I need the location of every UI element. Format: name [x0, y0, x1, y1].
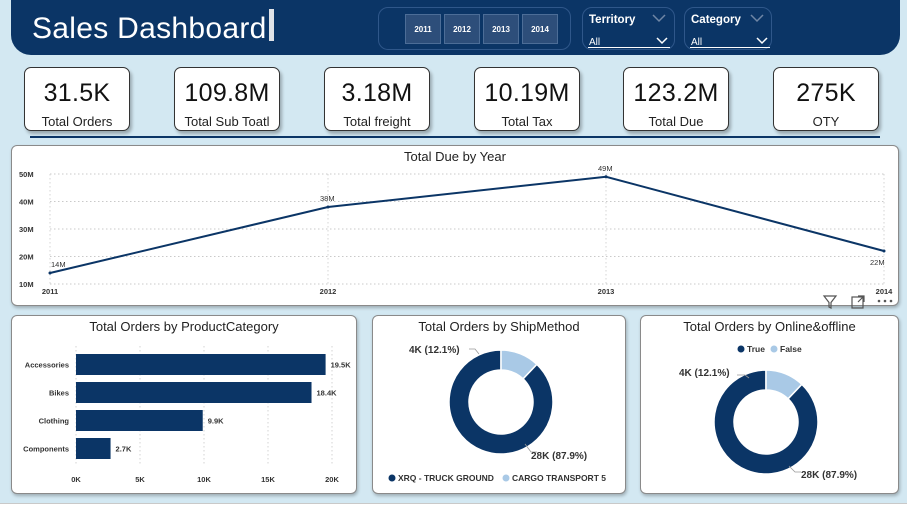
- bar-clothing: [76, 410, 203, 431]
- x-tick-label: 2011: [42, 287, 58, 296]
- category-label: Accessories: [25, 361, 69, 370]
- y-tick-label: 40M: [19, 198, 34, 207]
- chevron-down-icon[interactable]: [649, 11, 669, 25]
- kpi-value: 275K: [796, 79, 856, 107]
- data-label: 22M: [870, 258, 885, 267]
- kpi-label: OTY: [812, 114, 840, 129]
- kpi-value: 3.18M: [341, 79, 413, 107]
- x-tick-label: 5K: [135, 475, 145, 484]
- y-tick-label: 10M: [19, 280, 34, 289]
- leader-line: [469, 348, 480, 355]
- orders-by-online-offline-card[interactable]: Total Orders by Online&offline True False…: [640, 315, 899, 494]
- donut-chart: True False 4K (12.1%) 28K (87.9%): [679, 344, 857, 481]
- kpi-value: 123.2M: [633, 79, 719, 107]
- data-label: 38M: [320, 194, 335, 203]
- legend-label: False: [780, 344, 802, 354]
- x-tick-label: 2014: [876, 287, 894, 296]
- kpi-value: 31.5K: [43, 79, 111, 107]
- data-point: [48, 271, 52, 275]
- data-label: 49M: [598, 164, 613, 173]
- year-button-2013[interactable]: 2013: [483, 14, 519, 44]
- year-button-2014[interactable]: 2014: [522, 14, 558, 44]
- data-label: 14M: [51, 260, 66, 269]
- legend-label: True: [747, 344, 765, 354]
- category-dropdown[interactable]: All: [690, 34, 770, 48]
- legend-marker: [502, 474, 510, 482]
- category-slicer: Category All: [684, 7, 772, 50]
- year-button-2012[interactable]: 2012: [444, 14, 480, 44]
- orders-by-shipmethod-card[interactable]: Total Orders by ShipMethod 4K (12.1%) 28K…: [372, 315, 626, 494]
- kpi-card-total-tax[interactable]: 10.19M Total Tax: [474, 67, 580, 131]
- chevron-down-icon[interactable]: [747, 11, 767, 25]
- kpi-card-total-sub-total[interactable]: 109.8M Total Sub Toatl: [174, 67, 280, 131]
- category-label: Bikes: [49, 389, 69, 398]
- filter-icon[interactable]: [822, 294, 838, 310]
- data-label: 18.4K: [317, 389, 338, 398]
- kpi-label: Total Tax: [501, 114, 553, 129]
- legend-marker: [770, 345, 778, 353]
- data-label: 9.9K: [208, 417, 224, 426]
- chevron-down-icon: [656, 37, 668, 45]
- kpi-label: Total Sub Toatl: [184, 114, 270, 129]
- x-tick-label: 2012: [320, 287, 337, 296]
- slice-label: 4K (12.1%): [409, 345, 460, 356]
- legend-label: XRQ - TRUCK GROUND: [398, 473, 494, 483]
- total-due-by-year-card[interactable]: Total Due by Year 10M 20M 30M 40M 50M 2011 201…: [11, 145, 899, 306]
- kpi-value: 109.8M: [184, 79, 270, 107]
- focus-mode-icon[interactable]: [850, 294, 866, 310]
- data-point: [604, 175, 608, 179]
- page-title: Sales Dashboard: [32, 12, 267, 45]
- kpi-card-total-due[interactable]: 123.2M Total Due: [623, 67, 729, 131]
- kpi-value: 10.19M: [484, 79, 570, 107]
- more-options-icon[interactable]: [876, 296, 894, 306]
- page-tabs-strip: [0, 503, 907, 511]
- year-slicer: 2011 2012 2013 2014: [378, 7, 571, 50]
- kpi-card-total-orders[interactable]: 31.5K Total Orders: [24, 67, 130, 131]
- x-tick-label: 15K: [261, 475, 275, 484]
- category-label: Components: [23, 445, 69, 454]
- slice-label: 28K (87.9%): [801, 470, 857, 481]
- kpi-label: Total Orders: [41, 114, 113, 129]
- x-tick-label: 2013: [598, 287, 615, 296]
- territory-value: All: [589, 37, 601, 48]
- y-tick-label: 30M: [19, 225, 34, 234]
- bar-chart: 0K 5K 10K 15K 20K Accessories 19.5K Bikes 18.4K C…: [23, 346, 352, 484]
- data-point: [882, 249, 886, 253]
- donut-chart: 4K (12.1%) 28K (87.9%) XRQ - TRUCK GROUND C…: [388, 345, 606, 483]
- bar-accessories: [76, 354, 326, 375]
- data-label: 19.5K: [331, 361, 352, 370]
- orders-by-category-card[interactable]: Total Orders by ProductCategory 0K 5K 10K 1…: [11, 315, 357, 494]
- territory-slicer: Territory All: [582, 7, 675, 50]
- data-point: [326, 205, 330, 209]
- series-line-total-due: [49, 175, 885, 274]
- kpi-label: Total freight: [343, 114, 411, 129]
- x-tick-label: 0K: [71, 475, 81, 484]
- x-tick-label: 10K: [197, 475, 211, 484]
- category-value: All: [691, 37, 703, 48]
- legend-marker: [737, 345, 745, 353]
- bar-bikes: [76, 382, 312, 403]
- legend-marker: [388, 474, 396, 482]
- territory-slicer-label: Territory: [589, 14, 636, 26]
- x-tick-label: 20K: [325, 475, 339, 484]
- territory-dropdown[interactable]: All: [588, 34, 670, 48]
- line-chart: 10M 20M 30M 40M 50M 2011 2012 2013 2014 14M 38M 49M…: [19, 164, 894, 296]
- bar-components: [76, 438, 111, 459]
- category-label: Clothing: [39, 417, 70, 426]
- kpi-label: Total Due: [648, 114, 704, 129]
- data-label: 2.7K: [116, 445, 132, 454]
- kpi-card-oty[interactable]: 275K OTY: [773, 67, 879, 131]
- kpi-divider: [30, 136, 880, 138]
- year-button-2011[interactable]: 2011: [405, 14, 441, 44]
- kpi-card-total-freight[interactable]: 3.18M Total freight: [324, 67, 430, 131]
- y-tick-label: 20M: [19, 253, 34, 262]
- text-cursor-bar: [269, 9, 274, 41]
- slice-label: 4K (12.1%): [679, 368, 730, 379]
- slice-label: 28K (87.9%): [531, 451, 587, 462]
- category-slicer-label: Category: [691, 14, 741, 26]
- chevron-down-icon: [756, 37, 768, 45]
- legend-label: CARGO TRANSPORT 5: [512, 473, 606, 483]
- y-tick-label: 50M: [19, 170, 34, 179]
